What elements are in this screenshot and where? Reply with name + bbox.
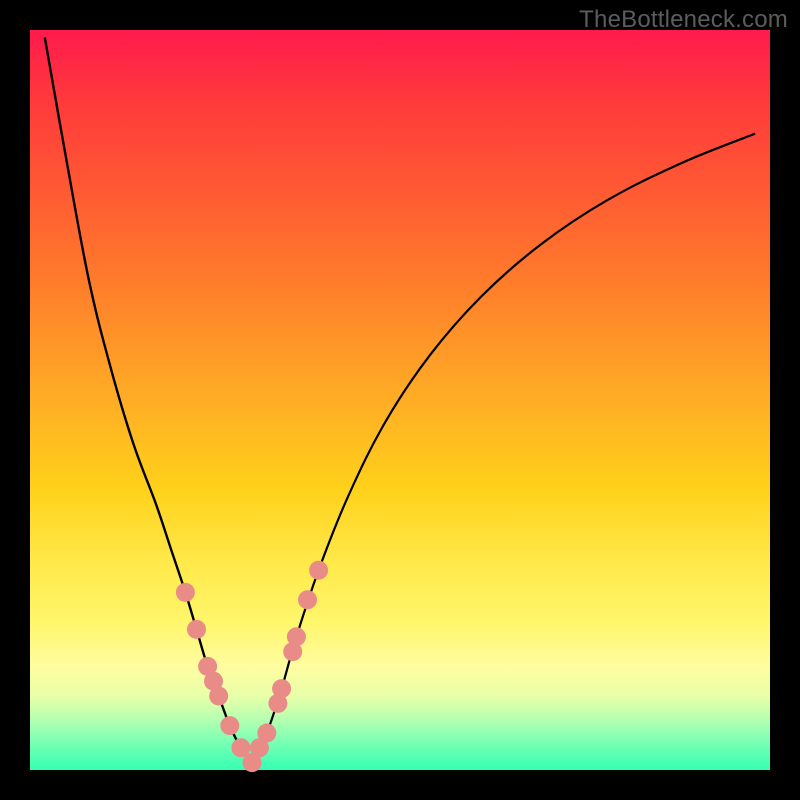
data-marker <box>220 716 239 735</box>
bottleneck-curve-right <box>252 134 755 763</box>
data-marker <box>287 627 306 646</box>
data-marker <box>209 687 228 706</box>
watermark-text: TheBottleneck.com <box>579 6 788 34</box>
chart-frame: TheBottleneck.com <box>0 0 800 800</box>
data-marker <box>187 620 206 639</box>
curve-layer <box>30 30 770 770</box>
data-marker <box>176 583 195 602</box>
plot-area <box>30 30 770 770</box>
data-marker <box>257 724 276 743</box>
data-marker <box>298 590 317 609</box>
data-marker <box>309 561 328 580</box>
bottleneck-curve-left <box>45 37 252 762</box>
marker-group <box>176 561 328 772</box>
data-marker <box>272 679 291 698</box>
